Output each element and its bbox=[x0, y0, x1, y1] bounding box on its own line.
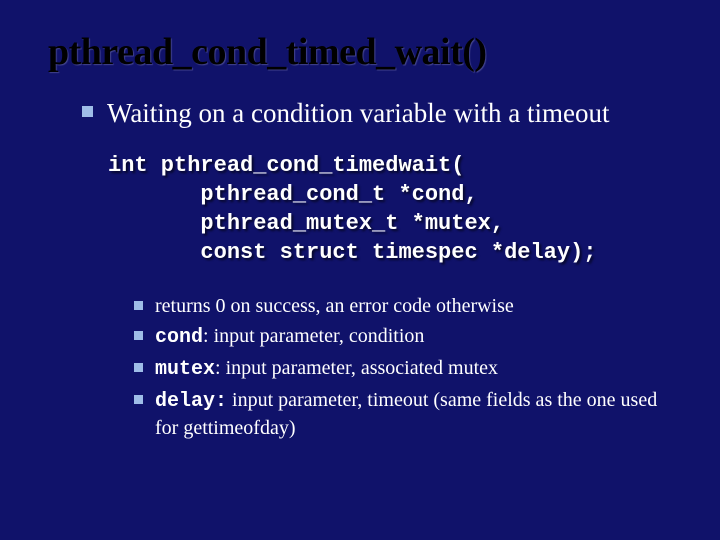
sub-bullet-2-text: cond: input parameter, condition bbox=[155, 323, 424, 351]
sub-bullet-3-text: mutex: input parameter, associated mutex bbox=[155, 355, 498, 383]
sub-bullet-2-rest: : input parameter, condition bbox=[203, 325, 424, 347]
slide-content: Waiting on a condition variable with a t… bbox=[48, 96, 680, 441]
sub-bullet-4-text: delay: input parameter, timeout (same fi… bbox=[155, 387, 680, 441]
slide: pthread_cond_timed_wait() Waiting on a c… bbox=[0, 0, 720, 540]
top-bullet: Waiting on a condition variable with a t… bbox=[82, 96, 680, 131]
top-bullet-text: Waiting on a condition variable with a t… bbox=[107, 96, 609, 131]
code-block: int pthread_cond_timedwait( pthread_cond… bbox=[82, 151, 680, 267]
square-bullet-icon bbox=[134, 331, 143, 340]
sub-bullet-3: mutex: input parameter, associated mutex bbox=[134, 355, 680, 383]
square-bullet-icon bbox=[82, 106, 93, 117]
square-bullet-icon bbox=[134, 301, 143, 310]
code-span-mutex: mutex bbox=[155, 358, 215, 381]
sub-bullet-4-rest: input parameter, timeout (same fields as… bbox=[155, 389, 657, 439]
slide-title: pthread_cond_timed_wait() bbox=[48, 30, 680, 74]
sub-bullet-2: cond: input parameter, condition bbox=[134, 323, 680, 351]
code-line-4: const struct timespec *delay); bbox=[108, 238, 680, 267]
code-span-delay: delay: bbox=[155, 390, 227, 413]
sub-bullet-3-rest: : input parameter, associated mutex bbox=[215, 357, 498, 379]
code-line-1: int pthread_cond_timedwait( bbox=[108, 151, 680, 180]
sub-bullet-1: returns 0 on success, an error code othe… bbox=[134, 293, 680, 319]
square-bullet-icon bbox=[134, 395, 143, 404]
code-span-cond: cond bbox=[155, 326, 203, 349]
code-line-3: pthread_mutex_t *mutex, bbox=[108, 209, 680, 238]
sub-bullet-4: delay: input parameter, timeout (same fi… bbox=[134, 387, 680, 441]
sub-bullet-1-text: returns 0 on success, an error code othe… bbox=[155, 293, 514, 319]
code-line-2: pthread_cond_t *cond, bbox=[108, 180, 680, 209]
square-bullet-icon bbox=[134, 363, 143, 372]
sub-bullet-list: returns 0 on success, an error code othe… bbox=[82, 293, 680, 441]
